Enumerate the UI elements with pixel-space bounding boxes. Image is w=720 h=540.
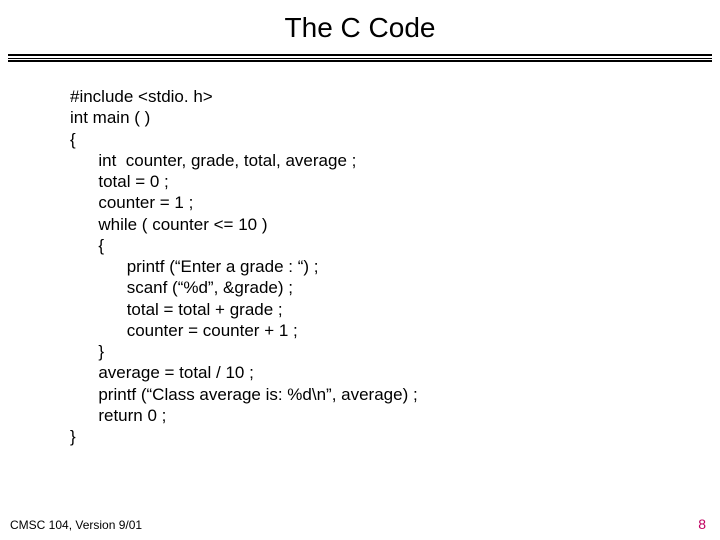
code-line: total = 0 ; [98,172,168,191]
code-line: { [70,130,76,149]
code-line: #include <stdio. h> [70,87,213,106]
code-line: { [98,236,104,255]
code-line: int counter, grade, total, average ; [98,151,356,170]
page-number: 8 [698,516,706,532]
code-line: scanf (“%d”, &grade) ; [127,278,293,297]
code-line: } [70,427,76,446]
code-line: while ( counter <= 10 ) [98,215,267,234]
title-rule [0,54,720,64]
footer-text: CMSC 104, Version 9/01 [10,518,142,532]
code-line: int main ( ) [70,108,150,127]
code-line: printf (“Enter a grade : “) ; [127,257,319,276]
code-line: printf (“Class average is: %d\n”, averag… [98,385,417,404]
code-line: counter = counter + 1 ; [127,321,298,340]
code-line: total = total + grade ; [127,300,283,319]
code-line: average = total / 10 ; [98,363,253,382]
code-line: return 0 ; [98,406,166,425]
code-line: counter = 1 ; [98,193,193,212]
code-line: } [98,342,104,361]
page-title: The C Code [0,0,720,54]
code-block: #include <stdio. h> int main ( ) { int c… [0,64,720,447]
